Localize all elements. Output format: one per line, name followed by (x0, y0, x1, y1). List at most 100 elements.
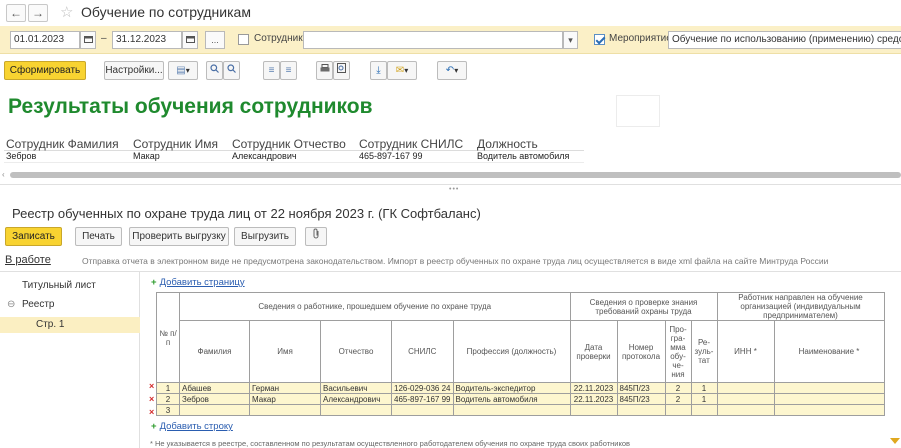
employee-field[interactable] (303, 31, 563, 49)
date-to-field[interactable]: 31.12.2023 (112, 31, 182, 49)
cell-program[interactable]: 2 (664, 382, 692, 394)
sheet-registry[interactable]: Реестр (22, 299, 55, 310)
event-checkbox[interactable] (594, 34, 605, 45)
status-link[interactable]: В работе (5, 254, 51, 266)
cell-employer-name[interactable] (773, 404, 885, 416)
date-from-field[interactable]: 01.01.2023 (10, 31, 80, 49)
cell-inn[interactable] (716, 404, 775, 416)
cell-date[interactable] (569, 404, 618, 416)
window-header: ← → ☆ Обучение по сотрудникам (0, 0, 901, 26)
cell-protocol[interactable]: 845П/23 (616, 382, 666, 394)
preview-icon[interactable] (333, 61, 350, 80)
report-toolbar: Сформировать Настройки... ▤▾ ≡ ≡ ⤓ ✉▾ ↶▾ (0, 54, 901, 84)
cell-program[interactable]: 2 (664, 393, 692, 405)
cell-date[interactable]: 22.11.2023 (569, 393, 618, 405)
cell-result[interactable]: 1 (690, 382, 718, 394)
date-separator: – (101, 33, 107, 44)
report-col-snils: Сотрудник СНИЛС (359, 137, 464, 151)
splitter-grip-icon[interactable]: ••• (449, 186, 459, 193)
forward-arrow-icon[interactable]: → (28, 4, 48, 22)
grid-header-lastname: Фамилия (179, 320, 250, 383)
back-arrow-icon[interactable]: ← (6, 4, 26, 22)
cell-firstname[interactable]: Макар (249, 393, 321, 405)
dropdown-icon[interactable]: ▾ (563, 31, 578, 49)
cell-snils[interactable] (391, 404, 454, 416)
delete-row-icon[interactable]: × (149, 407, 154, 417)
cell-firstname[interactable]: Герман (249, 382, 321, 394)
cell-middlename[interactable]: Васильевич (320, 382, 392, 394)
sheet-selection-highlight (0, 317, 140, 333)
collapse-icon[interactable]: ≡ (280, 61, 297, 80)
cell-employer-name[interactable] (773, 393, 885, 405)
table-row[interactable]: 3 (156, 404, 885, 416)
mail-icon[interactable]: ✉▾ (387, 61, 417, 80)
check-export-button[interactable]: Проверить выгрузку (129, 227, 229, 246)
attach-icon[interactable] (305, 227, 327, 246)
cell-profession[interactable]: Водитель автомобиля (452, 393, 571, 405)
undo-icon[interactable]: ↶▾ (437, 61, 467, 80)
calendar-icon[interactable] (182, 31, 198, 49)
cell-inn[interactable] (716, 393, 775, 405)
table-row[interactable]: 1 Абашев Герман Васильевич 126-029-036 2… (156, 382, 885, 394)
grid-header-protocol: Номер протокола (616, 320, 666, 383)
add-row-label: Добавить строку (159, 421, 233, 432)
calendar-icon[interactable] (80, 31, 96, 49)
cell-snils[interactable]: 126-029-036 24 (391, 382, 454, 394)
table-row[interactable]: 2 Зебров Макар Александрович 465-897-167… (156, 393, 885, 405)
cell-result[interactable]: 1 (690, 393, 718, 405)
cell-num[interactable]: 3 (156, 404, 180, 416)
cell-profession[interactable]: Водитель-экспедитор (452, 382, 571, 394)
cell-result[interactable] (690, 404, 718, 416)
grid-header-employer-group: Работник направлен на обучение организац… (716, 292, 885, 321)
cell-num[interactable]: 2 (156, 393, 180, 405)
add-row-link[interactable]: + Добавить строку (151, 421, 233, 432)
print-icon[interactable] (316, 61, 333, 80)
save-button[interactable]: Записать (5, 227, 62, 246)
grid-header-result: Ре-зуль-тат (690, 320, 718, 383)
collapse-icon[interactable]: ⊖ (7, 299, 15, 310)
cell-date[interactable]: 22.11.2023 (569, 382, 618, 394)
cell-profession[interactable] (452, 404, 571, 416)
cell-protocol[interactable]: 845П/23 (616, 393, 666, 405)
grid-header-middlename: Отчество (320, 320, 392, 383)
add-page-link[interactable]: + Добавить страницу (151, 277, 245, 288)
period-button[interactable]: ... (205, 31, 225, 49)
grid-header-date: Дата проверки (569, 320, 618, 383)
settings-button[interactable]: Настройки... (104, 61, 164, 80)
report-cell-lastname: Зебров (6, 151, 37, 161)
cell-firstname[interactable] (249, 404, 321, 416)
event-field[interactable]: Обучение по использованию (применению) с… (668, 31, 901, 49)
cell-num[interactable]: 1 (156, 382, 180, 394)
plus-icon: + (151, 277, 157, 288)
delete-row-icon[interactable]: × (149, 381, 154, 391)
delete-row-icon[interactable]: × (149, 394, 154, 404)
search-next-icon[interactable] (223, 61, 240, 80)
report-horizontal-scrollbar[interactable] (10, 172, 901, 178)
event-label: Мероприятие: (609, 33, 675, 44)
cell-middlename[interactable] (320, 404, 392, 416)
cell-lastname[interactable] (179, 404, 250, 416)
cell-program[interactable] (664, 404, 692, 416)
cell-inn[interactable] (716, 382, 775, 394)
cell-lastname[interactable]: Зебров (179, 393, 250, 405)
report-placeholder-box (616, 95, 660, 127)
grid-header-snils: СНИЛС (391, 320, 454, 383)
cell-lastname[interactable]: Абашев (179, 382, 250, 394)
search-icon[interactable] (206, 61, 223, 80)
cell-employer-name[interactable] (773, 382, 885, 394)
generate-button[interactable]: Сформировать (4, 61, 86, 80)
export-icon[interactable]: ⤓ (370, 61, 387, 80)
cell-protocol[interactable] (616, 404, 666, 416)
sheet-page-1[interactable]: Стр. 1 (36, 319, 64, 330)
grid-header-check-group: Сведения о проверке знания требований ох… (569, 292, 718, 321)
cell-middlename[interactable]: Александрович (320, 393, 392, 405)
star-icon[interactable]: ☆ (60, 3, 73, 21)
print-button[interactable]: Печать (75, 227, 122, 246)
export-button[interactable]: Выгрузить (234, 227, 296, 246)
expand-icon[interactable]: ≡ (263, 61, 280, 80)
cell-snils[interactable]: 465-897-167 99 (391, 393, 454, 405)
sheet-title-page[interactable]: Титульный лист (22, 280, 96, 291)
employee-checkbox[interactable] (238, 34, 249, 45)
variant-dropdown-button[interactable]: ▤▾ (168, 61, 198, 80)
scroll-left-icon[interactable]: ‹ (2, 170, 5, 179)
